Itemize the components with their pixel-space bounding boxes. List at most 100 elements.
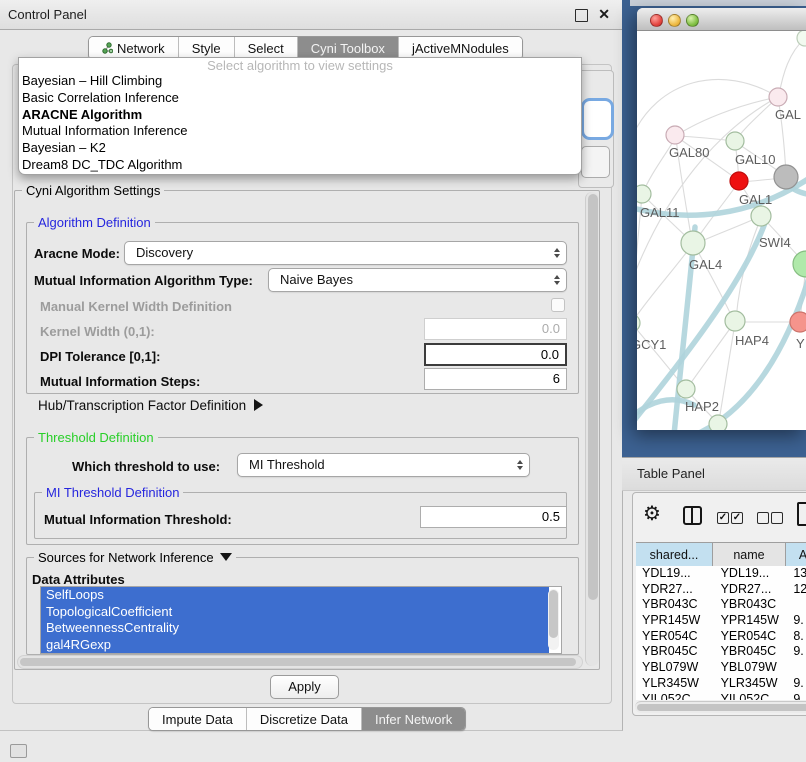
table-horizontal-scrollbar[interactable] (635, 701, 806, 713)
algorithm-option-dream8-dc-tdc-algorithm[interactable]: Dream8 DC_TDC Algorithm (19, 157, 581, 174)
table-row[interactable]: YBR043CYBR043C (636, 597, 806, 613)
table-row[interactable]: YBR045CYBR045C9. (636, 644, 806, 660)
manual-kernel-checkbox[interactable] (551, 298, 565, 312)
algorithm-option-mutual-information-inference[interactable]: Mutual Information Inference (19, 123, 581, 140)
table-row[interactable]: YLR345WYLR345W9. (636, 676, 806, 692)
unchecked-checkbox-icon[interactable] (771, 512, 783, 524)
network-node-brightgreen[interactable] (793, 251, 806, 277)
network-edge[interactable] (719, 323, 735, 421)
network-node-green[interactable] (709, 415, 727, 430)
tab-select[interactable]: Select (234, 37, 297, 59)
close-icon[interactable]: ✕ (598, 0, 610, 29)
kernel-width-field[interactable]: 0.0 (424, 318, 567, 340)
window-zoom-icon[interactable] (686, 14, 699, 27)
checked-checkbox-icon[interactable]: ✓ (731, 512, 743, 524)
network-edge[interactable] (736, 218, 761, 319)
window-minimize-icon[interactable] (668, 14, 681, 27)
collapsed-panel-icon[interactable] (10, 744, 27, 758)
dpi-tolerance-field[interactable]: 0.0 (424, 343, 567, 366)
network-edge[interactable] (694, 244, 733, 319)
window-close-icon[interactable] (650, 14, 663, 27)
table-cell: YDL19... (636, 566, 715, 582)
attributes-scrollbar[interactable] (548, 589, 559, 650)
tab-impute-data[interactable]: Impute Data (149, 708, 246, 730)
network-node-green[interactable] (637, 185, 651, 203)
network-edge[interactable] (637, 79, 778, 139)
column-header-shared[interactable]: shared... (636, 543, 713, 567)
control-panel: Control Panel ✕ NetworkStyleSelectCyni T… (0, 0, 623, 731)
gear-icon[interactable]: ⚙ (643, 503, 661, 525)
table-cell: YER054C (715, 629, 790, 645)
table-cell: YDL19... (715, 566, 790, 582)
network-node-palegreen[interactable] (797, 31, 806, 46)
which-threshold-combo[interactable]: MI Threshold (237, 453, 530, 477)
attribute-item-selfloops[interactable]: SelfLoops (41, 587, 549, 604)
network-node-green[interactable] (751, 206, 771, 226)
network-node-green[interactable] (725, 311, 745, 331)
table-row[interactable]: YDR27...YDR27...12 (636, 582, 806, 598)
network-edge[interactable] (779, 38, 805, 95)
mi-steps-field[interactable]: 6 (424, 368, 567, 390)
network-edge[interactable] (688, 323, 734, 387)
network-node-pink[interactable] (769, 88, 787, 106)
table-hscroll-thumb[interactable] (637, 704, 806, 711)
attribute-item-gal4rgexp[interactable]: gal4RGexp (41, 637, 549, 654)
network-node-red[interactable] (730, 172, 748, 190)
network-edge[interactable] (637, 98, 776, 283)
network-node-green[interactable] (637, 314, 640, 332)
apply-button[interactable]: Apply (270, 675, 339, 699)
network-node-green[interactable] (726, 132, 744, 150)
tab-cyni-toolbox[interactable]: Cyni Toolbox (297, 37, 398, 59)
aracne-mode-combo[interactable]: Discovery (124, 241, 567, 265)
network-canvas[interactable]: GALGAL80GAL10GAL1GAL11SWI4GAL4GCY1HAP4YH… (637, 31, 806, 430)
float-panel-icon[interactable] (575, 9, 588, 22)
sources-title[interactable]: Sources for Network Inference (34, 550, 236, 565)
tab-jactivemnodules[interactable]: jActiveMNodules (398, 37, 522, 59)
network-node-green[interactable] (681, 231, 705, 255)
algorithm-option-bayesian-hill-climbing[interactable]: Bayesian – Hill Climbing (19, 73, 581, 90)
table-cell: YPR145W (636, 613, 715, 629)
attribute-item-betweennesscentrality[interactable]: BetweennessCentrality (41, 620, 549, 637)
network-node-pink[interactable] (666, 126, 684, 144)
table-row[interactable]: YPR145WYPR145W9. (636, 613, 806, 629)
data-attributes-label: Data Attributes (32, 572, 125, 587)
table-row[interactable]: YBL079WYBL079W (636, 660, 806, 676)
algorithm-option-aracne-algorithm[interactable]: ARACNE Algorithm (19, 107, 581, 124)
attributes-scroll-thumb[interactable] (549, 590, 558, 638)
screen: { "titlebar": { "title": "Control Panel"… (0, 0, 806, 762)
document-icon[interactable] (797, 502, 806, 526)
tab-discretize-data[interactable]: Discretize Data (246, 708, 361, 730)
mi-algorithm-type-label: Mutual Information Algorithm Type: (34, 273, 253, 288)
aracne-mode-value: Discovery (136, 245, 193, 260)
network-node-green[interactable] (677, 380, 695, 398)
column-header-name[interactable]: name (713, 543, 786, 567)
network-node-gray[interactable] (774, 165, 798, 189)
algorithm-option-basic-correlation-inference[interactable]: Basic Correlation Inference (19, 90, 581, 107)
panel-title: Control Panel (8, 0, 87, 29)
settings-horizontal-scrollbar[interactable] (17, 655, 583, 669)
network-window-titlebar[interactable] (637, 8, 806, 31)
algorithm-option-bayesian-k2[interactable]: Bayesian – K2 (19, 140, 581, 157)
network-node-salmon[interactable] (790, 312, 806, 332)
tab-style[interactable]: Style (178, 37, 234, 59)
table-row[interactable]: YIL052CYIL052C9. (636, 692, 806, 701)
tab-network[interactable]: Network (89, 37, 178, 59)
node-label-gal4: GAL4 (689, 257, 722, 272)
checked-checkbox-icon[interactable]: ✓ (717, 512, 729, 524)
network-edge[interactable] (637, 245, 692, 321)
settings-hscroll-thumb[interactable] (20, 658, 576, 666)
table-row[interactable]: YER054CYER054C8. (636, 629, 806, 645)
network-edge[interactable] (677, 97, 778, 135)
unchecked-checkbox-icon[interactable] (757, 512, 769, 524)
column-header-a[interactable]: A (786, 543, 806, 567)
table-row[interactable]: YDL19...YDL19...13 (636, 566, 806, 582)
attribute-item-topologicalcoefficient[interactable]: TopologicalCoefficient (41, 604, 549, 621)
hub-definition-toggle[interactable]: Hub/Transcription Factor Definition (38, 398, 263, 413)
settings-vertical-scrollbar[interactable] (585, 192, 599, 666)
column-layout-icon[interactable] (683, 506, 702, 525)
tab-infer-network[interactable]: Infer Network (361, 708, 465, 730)
algorithm-prompt: Select algorithm to view settings (19, 58, 581, 73)
mi-threshold-field[interactable]: 0.5 (420, 506, 567, 528)
settings-vscroll-thumb[interactable] (588, 194, 598, 600)
mi-algorithm-type-combo[interactable]: Naive Bayes (268, 268, 567, 292)
